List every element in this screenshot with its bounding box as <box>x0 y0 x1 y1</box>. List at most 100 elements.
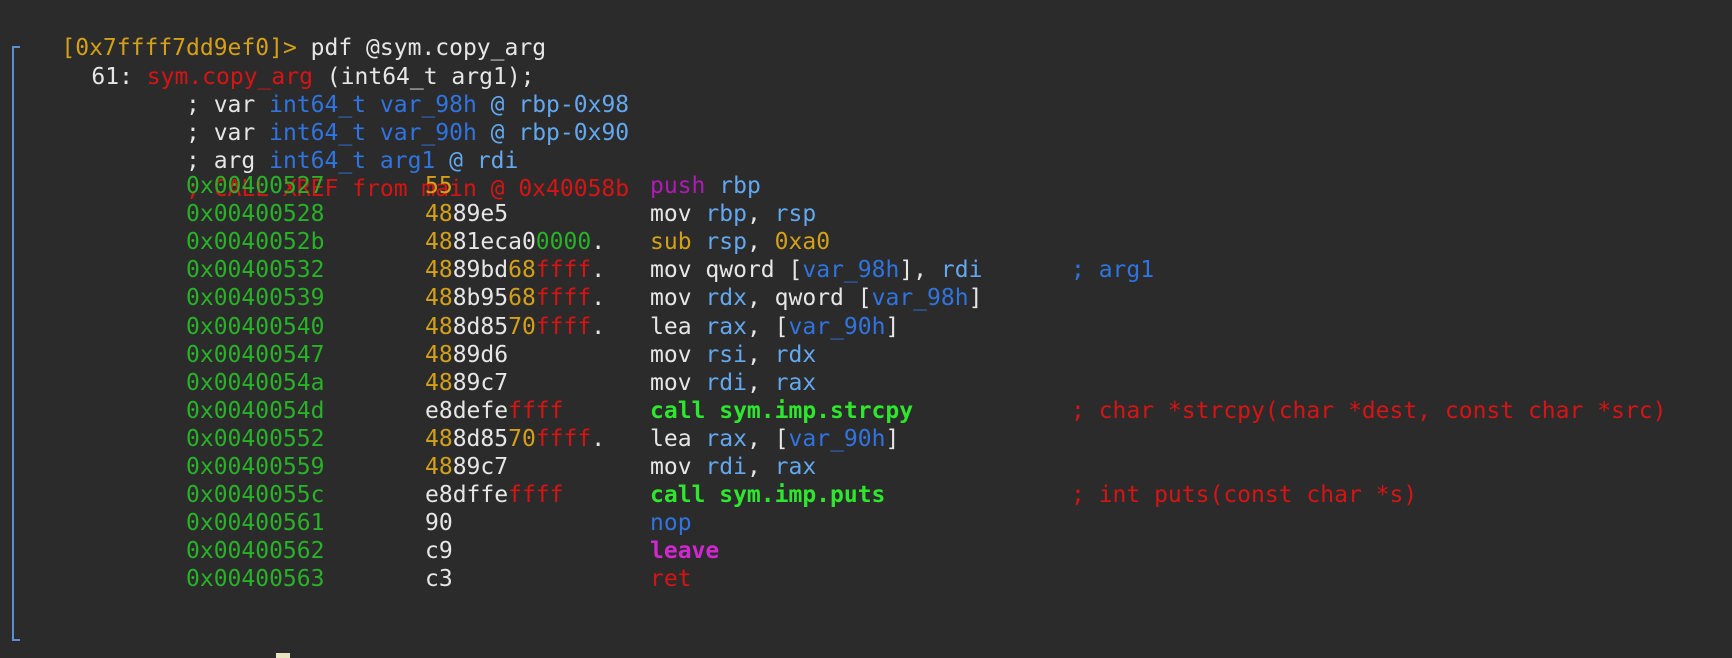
instruction-row[interactable]: 0x0040055c e8dffeffff call sym.imp.puts ; i… <box>0 480 1732 511</box>
var-location: rbp-0x90 <box>518 120 630 146</box>
instruction-text: call sym.imp.puts <box>650 480 885 511</box>
instruction-row[interactable]: 0x00400563 c3 ret <box>0 564 1732 595</box>
instruction-text: lea rax, [var_90h] <box>650 312 899 343</box>
byte-segment: ffff <box>535 285 592 312</box>
instruction-row[interactable]: 0x00400540 488d8570ffff. lea rax, [var_90h… <box>0 312 1732 343</box>
instruction-bytes: e8dffeffff <box>425 480 563 511</box>
operand-token: , <box>913 257 928 284</box>
operand-token: , <box>746 201 761 228</box>
immediate: 0xa0 <box>774 229 831 256</box>
instruction-bytes: e8defeffff <box>425 396 563 427</box>
instruction-text: ret <box>650 564 692 595</box>
byte-segment: 0000 <box>535 229 592 256</box>
register: rdi <box>705 369 747 396</box>
operand-token <box>761 370 775 396</box>
byte-segment: 55 <box>425 173 453 199</box>
instruction-row[interactable]: 0x00400547 4889d6 mov rsi, rdx <box>0 340 1732 371</box>
instruction-bytes: 4889c7 <box>425 452 508 483</box>
operand-token <box>775 257 789 283</box>
byte-segment: 89bd <box>452 257 509 284</box>
operand-token: [ <box>788 257 803 284</box>
byte-segment: 48 <box>425 313 453 340</box>
operand-token: qword <box>774 285 844 312</box>
local-var: var_90h <box>788 425 886 452</box>
instruction-bytes: 4881eca00000. <box>425 227 605 258</box>
byte-segment: 48 <box>425 341 453 368</box>
register: rdi <box>940 257 983 284</box>
operand-token <box>761 342 775 368</box>
instruction-row[interactable]: 0x00400539 488b9568ffff. mov rdx, qword [v… <box>0 283 1732 314</box>
operand-token: , <box>746 313 761 340</box>
function-header: 61: sym.copy_arg (int64_t arg1); <box>36 31 534 90</box>
function-signature: (int64_t arg1); <box>312 64 535 90</box>
operand-token: ] <box>885 425 900 452</box>
var-line: ; var int64_t var_90h @ rbp-0x90 <box>0 87 629 146</box>
instruction-row[interactable]: 0x0040052b 4881eca00000. sub rsp, 0xa0 <box>0 227 1732 258</box>
instruction-bytes: 55 <box>425 171 453 202</box>
byte-segment: 48 <box>425 454 453 480</box>
instruction-text: mov rsi, rdx <box>650 340 816 371</box>
byte-segment: 68 <box>508 285 536 312</box>
instruction-text: sub rsp, 0xa0 <box>650 227 830 258</box>
operand-token <box>844 285 858 311</box>
instruction-row[interactable]: 0x00400552 488d8570ffff. lea rax, [var_90h… <box>0 424 1732 455</box>
instruction-row[interactable]: 0x00400527 55 push rbp <box>0 171 1732 202</box>
byte-segment: c3 <box>425 566 453 593</box>
instruction-address: 0x0040055c <box>186 482 325 509</box>
instruction-row[interactable]: 0x00400561 90 nop <box>0 508 1732 539</box>
operand-token: [ <box>857 285 872 312</box>
instruction-row[interactable]: 0x0040054a 4889c7 mov rdi, rax <box>0 368 1732 399</box>
instruction-bytes: 488b9568ffff. <box>425 283 605 314</box>
operand-token: , <box>746 229 761 256</box>
byte-segment: 90 <box>425 510 453 537</box>
mnemonic: mov <box>650 201 692 228</box>
byte-segment: ffff <box>535 313 592 340</box>
instruction-bytes: 4889d6 <box>425 340 508 371</box>
terminal-cursor <box>276 653 290 658</box>
operand-token: , <box>746 341 761 368</box>
mnemonic: nop <box>650 510 692 537</box>
operand-token <box>692 454 706 480</box>
operand-token <box>927 257 941 283</box>
xref-comment: ; CALL XREF from main @ 0x40058b <box>0 143 629 202</box>
instruction-row[interactable]: 0x0040054d e8defeffff call sym.imp.strcpy;… <box>0 396 1732 427</box>
prompt-line: [0x7ffff7dd9ef0]> pdf @sym.copy_arg <box>6 2 546 61</box>
byte-segment: 48 <box>425 201 453 228</box>
register: rdi <box>705 454 747 480</box>
operand-token <box>761 285 775 311</box>
instruction-row[interactable]: 0x00400562 c9 leave <box>0 536 1732 567</box>
instruction-address: 0x00400527 <box>186 173 325 199</box>
instruction-row[interactable]: 0x00400532 4889bd68ffff. mov qword [var_98… <box>0 255 1732 286</box>
register: rax <box>705 425 747 452</box>
byte-segment: 8d85 <box>452 313 509 340</box>
instruction-text: mov rbp, rsp <box>650 199 816 230</box>
operand-token: , <box>746 454 761 480</box>
byte-segment: ffff <box>508 482 564 509</box>
var-name: var_90h <box>366 120 477 146</box>
function-size: 61: <box>91 64 147 90</box>
local-var: var_90h <box>788 313 886 340</box>
mnemonic: sub <box>650 229 692 256</box>
instruction-bytes: 4889bd68ffff. <box>425 255 605 286</box>
terminal-window[interactable]: [0x7ffff7dd9ef0]> pdf @sym.copy_arg 61: … <box>0 0 1732 658</box>
instruction-row[interactable]: 0x00400559 4889c7 mov rdi, rax <box>0 452 1732 483</box>
instruction-comment: ; arg1 <box>1071 257 1155 284</box>
var-type: int64_t <box>269 92 367 118</box>
arg-line: ; arg int64_t arg1 @ rdi <box>0 115 518 174</box>
byte-segment: ffff <box>535 257 592 284</box>
instruction-row[interactable]: 0x00400528 4889e5 mov rbp, rsp <box>0 199 1732 230</box>
operand-token <box>761 229 775 255</box>
mnemonic: mov <box>650 285 692 312</box>
register: rdx <box>774 341 817 368</box>
byte-segment: 81eca0 <box>452 229 536 256</box>
byte-segment: 89e5 <box>452 201 509 228</box>
operand-token <box>761 201 775 227</box>
var-location: rbp-0x98 <box>518 92 630 118</box>
mnemonic: leave <box>650 538 720 565</box>
instruction-address: 0x00400539 <box>186 285 325 312</box>
register: rax <box>774 369 817 396</box>
mnemonic: mov <box>650 341 692 368</box>
function-name: sym.copy_arg <box>146 64 313 90</box>
operand-token <box>761 426 775 452</box>
instruction-address: 0x00400559 <box>186 454 325 480</box>
